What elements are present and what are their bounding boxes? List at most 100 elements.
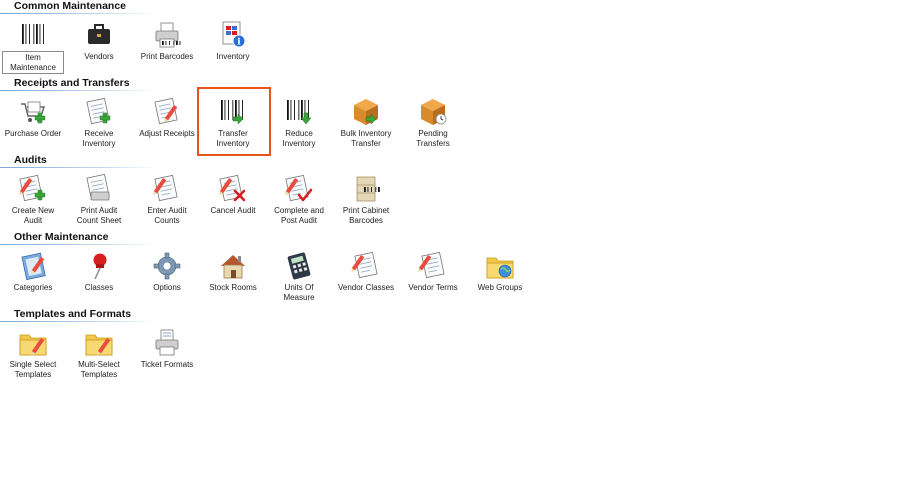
folder-pencil-icon [18,328,48,358]
menu-item-label: Bulk Inventory Transfer [340,129,392,148]
menu-item-vendor-classes[interactable]: Vendor Classes [333,251,399,307]
section-divider [0,13,156,14]
menu-item-inventory[interactable]: i Inventory [200,20,266,76]
section-divider [0,90,156,91]
briefcase-icon [84,20,114,50]
section-header: Receipts and Transfers [0,77,160,91]
menu-item-label: Print Barcodes [140,52,194,61]
section-title: Audits [14,154,47,166]
menu-item-units-of-measure[interactable]: Units Of Measure [266,251,332,307]
menu-item-label: Multi-Select Templates [78,360,120,379]
menu-item-label: Adjust Receipts [139,129,195,138]
menu-item-enter-audit-counts[interactable]: Enter Audit Counts [134,174,200,230]
section-title: Other Maintenance [14,231,109,243]
menu-item-ticket-formats[interactable]: Ticket Formats [134,328,200,384]
house-icon [218,251,248,281]
menu-item-label: Vendor Classes [337,283,395,292]
menu-item-print-audit-count-sheet[interactable]: Print Audit Count Sheet [66,174,132,230]
printer-icon [152,20,182,50]
section-templates-and-formats: Templates and Formats Single Select Temp… [0,308,900,385]
box-transfer-icon [351,97,381,127]
menu-item-adjust-receipts[interactable]: Adjust Receipts [134,97,200,153]
pushpin-icon [84,251,114,281]
menu-item-receive-inventory[interactable]: Receive Inventory [66,97,132,153]
menu-item-complete-and-post-audit[interactable]: Complete and Post Audit [266,174,332,230]
menu-item-label: Item Maintenance [2,51,64,74]
section-header: Other Maintenance [0,231,160,245]
menu-item-label: Inventory [216,52,250,61]
menu-item-vendors[interactable]: Vendors [66,20,132,76]
menu-item-cancel-audit[interactable]: Cancel Audit [200,174,266,230]
menu-item-create-new-audit[interactable]: Create New Audit [0,174,66,230]
menu-item-purchase-order[interactable]: Purchase Order [0,97,66,153]
barcode-reduce-icon [284,97,314,127]
menu-item-label: Print Audit Count Sheet [76,206,122,225]
notebook-icon [18,251,48,281]
menu-item-print-cabinet-barcodes[interactable]: Print Cabinet Barcodes [333,174,399,230]
menu-item-pending-transfers[interactable]: Pending Transfers [400,97,466,153]
audit-print-icon [84,174,114,204]
menu-item-label: Categories [13,283,53,292]
menu-item-label: Pending Transfers [416,129,450,148]
cabinet-barcode-icon [351,174,381,204]
box-pending-icon [418,97,448,127]
document-add-icon [84,97,114,127]
menu-item-label: Receive Inventory [82,129,116,148]
audit-cancel-icon [218,174,248,204]
menu-item-label: Purchase Order [4,129,62,138]
inventory-info-icon: i [218,20,248,50]
document-pencil-icon [418,251,448,281]
section-common-maintenance: Common Maintenance Item Maintenance Vendo… [0,0,900,77]
document-edit-icon [152,97,182,127]
menu-item-web-groups[interactable]: Web Groups [467,251,533,307]
menu-item-vendor-terms[interactable]: Vendor Terms [400,251,466,307]
menu-item-label: Classes [84,283,114,292]
menu-item-bulk-inventory-transfer[interactable]: Bulk Inventory Transfer [333,97,399,153]
menu-item-categories[interactable]: Categories [0,251,66,307]
menu-item-label: Reduce Inventory [282,129,316,148]
section-title: Common Maintenance [14,0,127,12]
svg-text:i: i [237,38,241,48]
menu-item-label: Units Of Measure [283,283,315,302]
barcode-icon [18,20,48,50]
audit-edit-icon [152,174,182,204]
menu-item-reduce-inventory[interactable]: Reduce Inventory [266,97,332,153]
menu-item-stock-rooms[interactable]: Stock Rooms [200,251,266,307]
menu-item-classes[interactable]: Classes [66,251,132,307]
menu-item-label: Enter Audit Counts [147,206,187,225]
menu-item-item-maintenance[interactable]: Item Maintenance [0,20,66,76]
menu-item-label: Web Groups [477,283,523,292]
folder-pencil-icon [84,328,114,358]
menu-item-label: Vendors [84,52,114,61]
folder-globe-icon [485,251,515,281]
section-audits: Audits Create New Audit Print Audit Coun… [0,154,900,231]
calculator-icon [284,251,314,281]
section-header: Common Maintenance [0,0,160,14]
ticket-printer-icon [152,328,182,358]
menu-item-options[interactable]: Options [134,251,200,307]
section-divider [0,321,156,322]
section-title: Receipts and Transfers [14,77,130,89]
audit-complete-icon [284,174,314,204]
menu-item-multi-select-templates[interactable]: Multi-Select Templates [66,328,132,384]
audit-add-icon [18,174,48,204]
section-other-maintenance: Other Maintenance Categories Classes Opt… [0,231,900,308]
menu-item-label: Ticket Formats [140,360,194,369]
cart-icon [18,97,48,127]
menu-item-label: Print Cabinet Barcodes [342,206,390,225]
document-pencil-icon [351,251,381,281]
section-header: Templates and Formats [0,308,160,322]
menu-item-label: Complete and Post Audit [274,206,324,225]
menu-item-print-barcodes[interactable]: Print Barcodes [134,20,200,76]
section-receipts-and-transfers: Receipts and Transfers Purchase Order Re… [0,77,900,154]
menu-item-label: Cancel Audit [210,206,256,215]
section-header: Audits [0,154,160,168]
gear-icon [152,251,182,281]
section-title: Templates and Formats [14,308,132,320]
transfer-inventory-highlight-box [197,87,271,156]
section-divider [0,167,156,168]
menu-item-label: Single Select Templates [9,360,57,379]
menu-item-label: Create New Audit [11,206,55,225]
menu-item-label: Options [153,283,181,292]
menu-item-single-select-templates[interactable]: Single Select Templates [0,328,66,384]
